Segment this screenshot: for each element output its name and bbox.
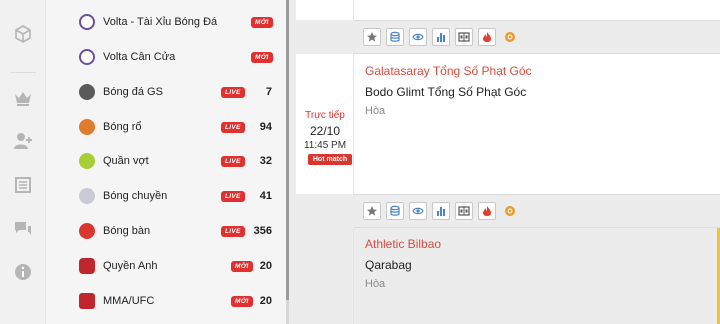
bar-chart-icon[interactable] bbox=[432, 202, 450, 220]
match-date: 22/10 bbox=[309, 124, 341, 138]
sport-item-volta-tai-xiu[interactable]: Volta - Tài Xỉu Bóng Đá MỚI bbox=[46, 5, 286, 39]
live-badge: LIVE bbox=[221, 121, 245, 133]
match-card[interactable]: Athletic Bilbao Qarabag Hòa bbox=[354, 228, 720, 324]
eye-icon[interactable] bbox=[409, 28, 427, 46]
draw-label: Hòa bbox=[365, 105, 386, 117]
rail-divider bbox=[10, 72, 36, 73]
match-time-column: Trực tiếp 22/10 11:45 PM Hot match bbox=[296, 54, 354, 194]
mma-glove-icon bbox=[79, 293, 95, 309]
home-team[interactable]: Galatasaray Tổng Số Phạt Góc bbox=[365, 64, 532, 78]
sport-count: 20 bbox=[259, 260, 272, 272]
live-badge: LIVE bbox=[221, 190, 245, 202]
match-card[interactable]: Galatasaray Tổng Số Phạt Góc Bodo Glimt … bbox=[354, 54, 720, 194]
icon-rail bbox=[0, 0, 46, 324]
chat-icon[interactable] bbox=[11, 217, 35, 241]
live-badge: LIVE bbox=[221, 155, 245, 167]
ping-pong-icon bbox=[79, 223, 95, 239]
sport-name: Bóng bàn bbox=[103, 225, 151, 237]
sport-item-bong-chuyen[interactable]: Bóng chuyền LIVE 41 bbox=[46, 179, 286, 213]
database-icon[interactable] bbox=[386, 202, 404, 220]
sport-count: 356 bbox=[253, 225, 272, 237]
new-badge: MỚI bbox=[231, 295, 253, 307]
match-toolbar bbox=[354, 20, 720, 54]
hot-match-badge: Hot match bbox=[308, 154, 352, 165]
app-root: Volta - Tài Xỉu Bóng Đá MỚI Volta Cân Cử… bbox=[0, 0, 720, 324]
sport-name: MMA/UFC bbox=[103, 295, 155, 307]
scoreboard-icon[interactable] bbox=[455, 28, 473, 46]
sport-count: 94 bbox=[259, 121, 272, 133]
sport-count: 7 bbox=[265, 86, 272, 98]
new-badge: MỚI bbox=[231, 260, 253, 272]
sport-item-quan-vot[interactable]: Quần vợt LIVE 32 bbox=[46, 144, 286, 178]
sport-count: 41 bbox=[259, 190, 272, 202]
away-team[interactable]: Bodo Glimt Tổng Số Phạt Góc bbox=[365, 85, 526, 99]
sport-name: Volta Cân Cửa bbox=[103, 51, 176, 63]
add-user-icon[interactable] bbox=[11, 129, 35, 153]
sport-name: Bóng đá GS bbox=[103, 86, 163, 98]
database-icon[interactable] bbox=[386, 28, 404, 46]
volta-icon bbox=[79, 14, 95, 30]
info-icon[interactable] bbox=[11, 260, 35, 284]
sport-item-volta-can-cua[interactable]: Volta Cân Cửa MỚI bbox=[46, 40, 286, 74]
sport-item-bong-ban[interactable]: Bóng bàn LIVE 356 bbox=[46, 214, 286, 248]
new-badge: MỚI bbox=[251, 16, 273, 28]
draw-label: Hòa bbox=[365, 278, 386, 290]
match-time: 11:45 PM bbox=[303, 140, 347, 151]
away-team[interactable]: Qarabag bbox=[365, 258, 412, 272]
volleyball-icon bbox=[79, 188, 95, 204]
match-card bbox=[354, 0, 720, 20]
crown-icon[interactable] bbox=[11, 86, 35, 110]
match-time-column bbox=[296, 0, 354, 20]
eye-icon[interactable] bbox=[409, 202, 427, 220]
sport-name: Bóng rổ bbox=[103, 121, 142, 133]
match-time-column bbox=[296, 228, 354, 324]
cube-icon[interactable] bbox=[11, 22, 35, 46]
basketball-icon bbox=[79, 119, 95, 135]
sport-name: Bóng chuyền bbox=[103, 190, 168, 202]
newspaper-icon[interactable] bbox=[11, 173, 35, 197]
sports-list: Volta - Tài Xỉu Bóng Đá MỚI Volta Cân Cử… bbox=[46, 0, 286, 324]
sport-name: Volta - Tài Xỉu Bóng Đá bbox=[103, 16, 218, 28]
sport-name: Quần vợt bbox=[103, 155, 149, 167]
live-badge: LIVE bbox=[221, 225, 245, 237]
match-list: Trực tiếp 22/10 11:45 PM Hot match Galat… bbox=[289, 0, 720, 324]
star-icon[interactable] bbox=[363, 202, 381, 220]
sport-item-bong-ro[interactable]: Bóng rổ LIVE 94 bbox=[46, 110, 286, 144]
sport-item-quyen-anh[interactable]: Quyền Anh MỚI 20 bbox=[46, 249, 286, 283]
sport-count: 32 bbox=[259, 155, 272, 167]
live-badge: LIVE bbox=[221, 86, 245, 98]
medal-icon[interactable] bbox=[501, 28, 519, 46]
match-toolbar bbox=[354, 194, 720, 228]
live-status: Trực tiếp bbox=[305, 110, 345, 121]
home-team[interactable]: Athletic Bilbao bbox=[365, 237, 441, 251]
fire-icon[interactable] bbox=[478, 28, 496, 46]
boxing-glove-icon bbox=[79, 258, 95, 274]
sport-item-bong-da-gs[interactable]: Bóng đá GS LIVE 7 bbox=[46, 75, 286, 109]
sport-count: 20 bbox=[259, 295, 272, 307]
soccer-ball-icon bbox=[79, 84, 95, 100]
sport-item-mma-ufc[interactable]: MMA/UFC MỚI 20 bbox=[46, 284, 286, 318]
scoreboard-icon[interactable] bbox=[455, 202, 473, 220]
star-icon[interactable] bbox=[363, 28, 381, 46]
new-badge: MỚI bbox=[251, 51, 273, 63]
medal-icon[interactable] bbox=[501, 202, 519, 220]
sport-name: Quyền Anh bbox=[103, 260, 158, 272]
bar-chart-icon[interactable] bbox=[432, 28, 450, 46]
tennis-ball-icon bbox=[79, 153, 95, 169]
volta-icon bbox=[79, 49, 95, 65]
fire-icon[interactable] bbox=[478, 202, 496, 220]
